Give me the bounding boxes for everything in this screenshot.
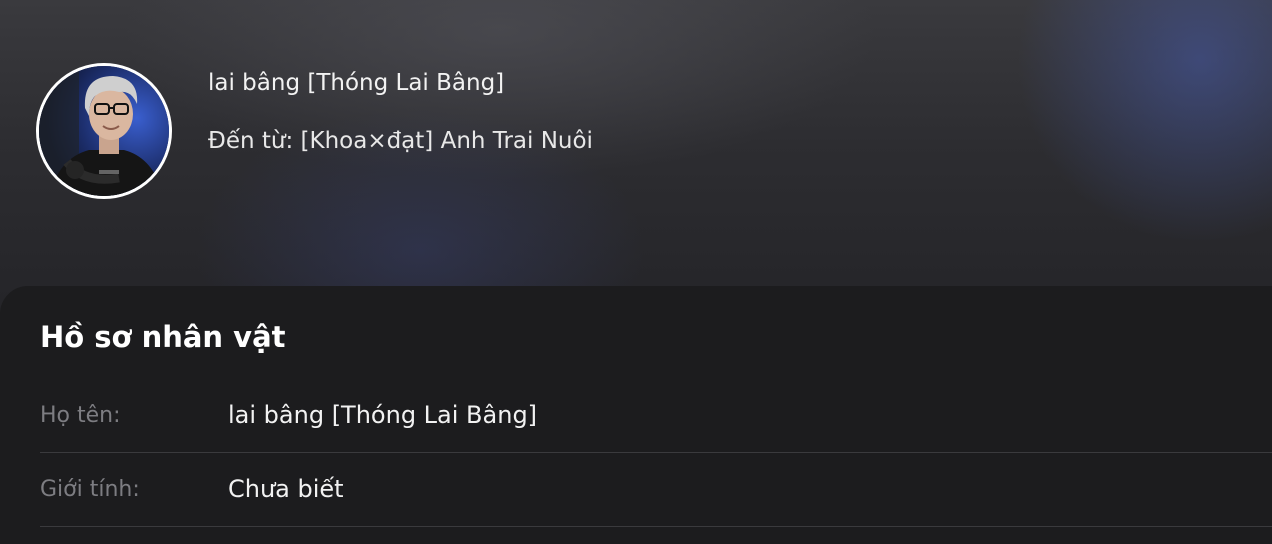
profile-row-name: Họ tên: lai bâng [Thóng Lai Bâng] — [40, 378, 1272, 453]
row-value: Chưa biết — [228, 475, 344, 503]
row-value: lai bâng [Thóng Lai Bâng] — [228, 401, 538, 429]
character-origin: Đến từ: [Khoa×đạt] Anh Trai Nuôi — [208, 128, 593, 154]
row-label: Họ tên: — [40, 403, 121, 428]
profile-header: lai bâng [Thóng Lai Bâng] Đến từ: [Khoa×… — [0, 0, 1272, 320]
avatar[interactable] — [36, 63, 172, 199]
profile-panel: Hồ sơ nhân vật Họ tên: lai bâng [Thóng L… — [0, 286, 1272, 544]
profile-row-gender: Giới tính: Chưa biết — [40, 452, 1272, 527]
row-label: Giới tính: — [40, 477, 140, 502]
character-profile-page: lai bâng [Thóng Lai Bâng] Đến từ: [Khoa×… — [0, 0, 1272, 544]
character-name: lai bâng [Thóng Lai Bâng] — [208, 70, 505, 96]
avatar-image — [39, 66, 169, 196]
panel-title: Hồ sơ nhân vật — [40, 320, 286, 354]
